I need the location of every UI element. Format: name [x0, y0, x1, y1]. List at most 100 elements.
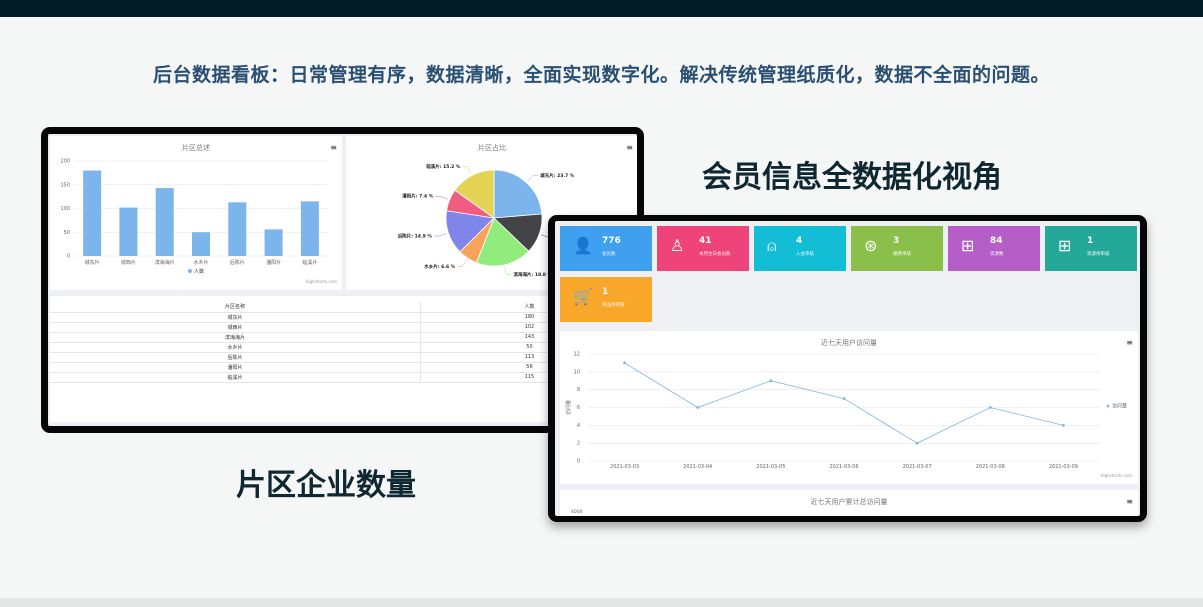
bar-chart: 0 50 100 150 200 城东片 城西片 滨海海片 水乡片 后陈片 潘阳片 临溪片	[60, 159, 328, 266]
user-icon: 👤	[573, 236, 593, 255]
member-dashboard-screen: 👤 776 会员数 ♙ 41 本月生日会员数 ⍝ 4 入会审核 ⊛ 3 缴费审核 ⊞ 84 资源数 ⊞ 1 资源待…	[555, 221, 1140, 516]
cumulative-chart-panel: 近七天用户累计总访问量 ≡ 4000	[560, 490, 1138, 516]
stat-value: 84	[990, 236, 1003, 246]
x-tick-label: 城西片	[121, 259, 136, 266]
pie-data-label: 城东片: 23.7 %	[540, 172, 575, 179]
caption-region-count: 片区企业数量	[236, 468, 416, 503]
y-tick-label: 2	[577, 441, 580, 447]
page-headline: 后台数据看板：日常管理有序，数据清晰，全面实现数字化。解决传统管理纸质化，数据不…	[152, 64, 1050, 86]
stat-label: 商品待审核	[602, 303, 625, 308]
coin-icon: ⊛	[864, 236, 878, 255]
pie-data-label: 临溪片: 15.2 %	[426, 163, 461, 170]
stat-tile[interactable]: ♙ 41 本月生日会员数	[657, 226, 749, 271]
pie-data-label: 滨海海片: 18.8 %	[513, 271, 552, 278]
line-chart: 0 2 4 6 8 10 12 访问量 2021-03-03 2021-03-04 2021-03-…	[565, 352, 1127, 471]
stat-tile[interactable]: ⊞ 1 资源待审核	[1045, 226, 1137, 271]
stat-value: 3	[893, 236, 900, 246]
stat-label: 会员数	[602, 252, 616, 257]
pie-label-connector	[504, 266, 512, 275]
stat-value: 1	[602, 287, 609, 297]
grid-check-icon: ⊞	[1058, 236, 1072, 255]
bar-chart-credit[interactable]: Highcharts.com	[306, 279, 338, 284]
x-tick-label: 水乡片	[193, 259, 208, 266]
stat-tile[interactable]: ⍝ 4 入会审核	[754, 226, 846, 271]
stat-label: 入会审核	[796, 252, 814, 257]
legend-dot-icon	[1106, 404, 1110, 408]
y-tick-label: 12	[574, 352, 580, 358]
data-point[interactable]	[842, 397, 846, 400]
bottom-edge	[0, 598, 1203, 607]
region-name-cell: 潘阳片	[50, 362, 421, 373]
x-tick-label: 2021-03-06	[829, 464, 858, 470]
stat-label: 缴费审核	[893, 252, 911, 257]
pie-slice[interactable]	[493, 169, 543, 219]
series-line	[624, 362, 1064, 444]
bar-chart-legend[interactable]: 人数	[50, 268, 342, 275]
data-point[interactable]	[988, 406, 992, 409]
top-bar	[0, 0, 1203, 17]
region-name-cell: 滨海海片	[50, 332, 421, 343]
line-chart-panel: 近七天用户访问量 ≡ 0 2 4 6 8 10 12 访问量 2021-03-03 2021-03…	[560, 331, 1138, 484]
region-name-cell: 临溪片	[50, 372, 421, 383]
cumulative-first-tick: 4000	[571, 510, 583, 515]
bar[interactable]	[155, 188, 174, 256]
bar[interactable]	[228, 202, 247, 256]
region-name-cell: 水乡片	[50, 342, 421, 353]
cumulative-chart-title: 近七天用户累计总访问量	[810, 498, 888, 506]
user-outline-icon: ♙	[670, 236, 685, 255]
stat-tile[interactable]: 🛒 1 商品待审核	[560, 277, 652, 322]
stat-value: 776	[602, 236, 621, 246]
user-add-icon: ⍝	[767, 236, 777, 255]
grid-icon: ⊞	[961, 236, 975, 255]
data-point[interactable]	[915, 441, 919, 445]
pie-label-connector	[457, 259, 467, 267]
y-tick-label: 0	[577, 459, 580, 465]
x-tick-label: 潘阳片	[266, 259, 281, 266]
stat-label: 资源待审核	[1087, 252, 1110, 257]
stat-value: 1	[1087, 236, 1094, 246]
monitor-member-dashboard: 👤 776 会员数 ♙ 41 本月生日会员数 ⍝ 4 入会审核 ⊛ 3 缴费审核 ⊞ 84 资源数 ⊞ 1 资源待…	[548, 215, 1147, 522]
y-tick-label: 50	[64, 230, 70, 236]
stat-tile[interactable]: ⊞ 84 资源数	[948, 226, 1040, 271]
bar[interactable]	[83, 170, 102, 257]
x-tick-label: 2021-03-04	[683, 464, 712, 470]
x-tick-label: 2021-03-08	[976, 464, 1005, 470]
y-tick-label: 4	[577, 423, 580, 429]
stat-value: 41	[699, 236, 712, 246]
region-name-cell: 城东片	[50, 312, 421, 323]
y-tick-label: 0	[67, 254, 70, 260]
pie-data-label: 水乡片: 6.6 %	[424, 263, 455, 270]
stat-tile[interactable]: ⊛ 3 缴费审核	[851, 226, 943, 271]
x-tick-label: 2021-03-07	[903, 464, 932, 470]
stat-tile[interactable]: 👤 776 会员数	[560, 226, 652, 271]
line-chart-credit[interactable]: Highcharts.com	[1101, 473, 1133, 478]
x-tick-label: 2021-03-03	[610, 464, 639, 470]
y-tick-label: 150	[60, 182, 70, 188]
bar[interactable]	[300, 201, 319, 256]
bar[interactable]	[264, 229, 283, 256]
pie-label-connector	[462, 166, 472, 174]
legend-dot-icon	[187, 269, 192, 273]
x-tick-label: 临溪片	[302, 259, 317, 266]
y-axis-label: 访问量	[565, 400, 572, 415]
region-name-cell: 城西片	[50, 322, 421, 333]
chart-menu-icon[interactable]: ≡	[1126, 498, 1133, 506]
pie-label-connector	[435, 195, 448, 200]
line-legend-label[interactable]: 访问量	[1112, 403, 1127, 410]
caption-member-view: 会员信息全数据化视角	[702, 160, 1002, 195]
data-point[interactable]	[769, 379, 773, 383]
data-point[interactable]	[1062, 423, 1065, 427]
stat-label: 本月生日会员数	[699, 252, 731, 257]
pie-label-connector	[527, 175, 539, 182]
x-tick-label: 滨海海片	[155, 259, 175, 266]
pie-data-label: 潘阳片: 7.4 %	[402, 193, 433, 200]
x-tick-label: 后陈片	[230, 259, 245, 266]
y-tick-label: 8	[577, 387, 580, 393]
data-point[interactable]	[696, 406, 700, 409]
data-point[interactable]	[623, 361, 626, 365]
bar[interactable]	[119, 207, 138, 256]
bar-chart-panel: 片区总述 ≡ 0 50 100 150 200 城东片 城西片 滨海海片 水乡片 后陈片 潘阳片 临溪…	[50, 136, 342, 290]
y-tick-label: 6	[577, 405, 580, 411]
x-tick-label: 城东片	[85, 259, 100, 266]
bar[interactable]	[192, 232, 210, 256]
